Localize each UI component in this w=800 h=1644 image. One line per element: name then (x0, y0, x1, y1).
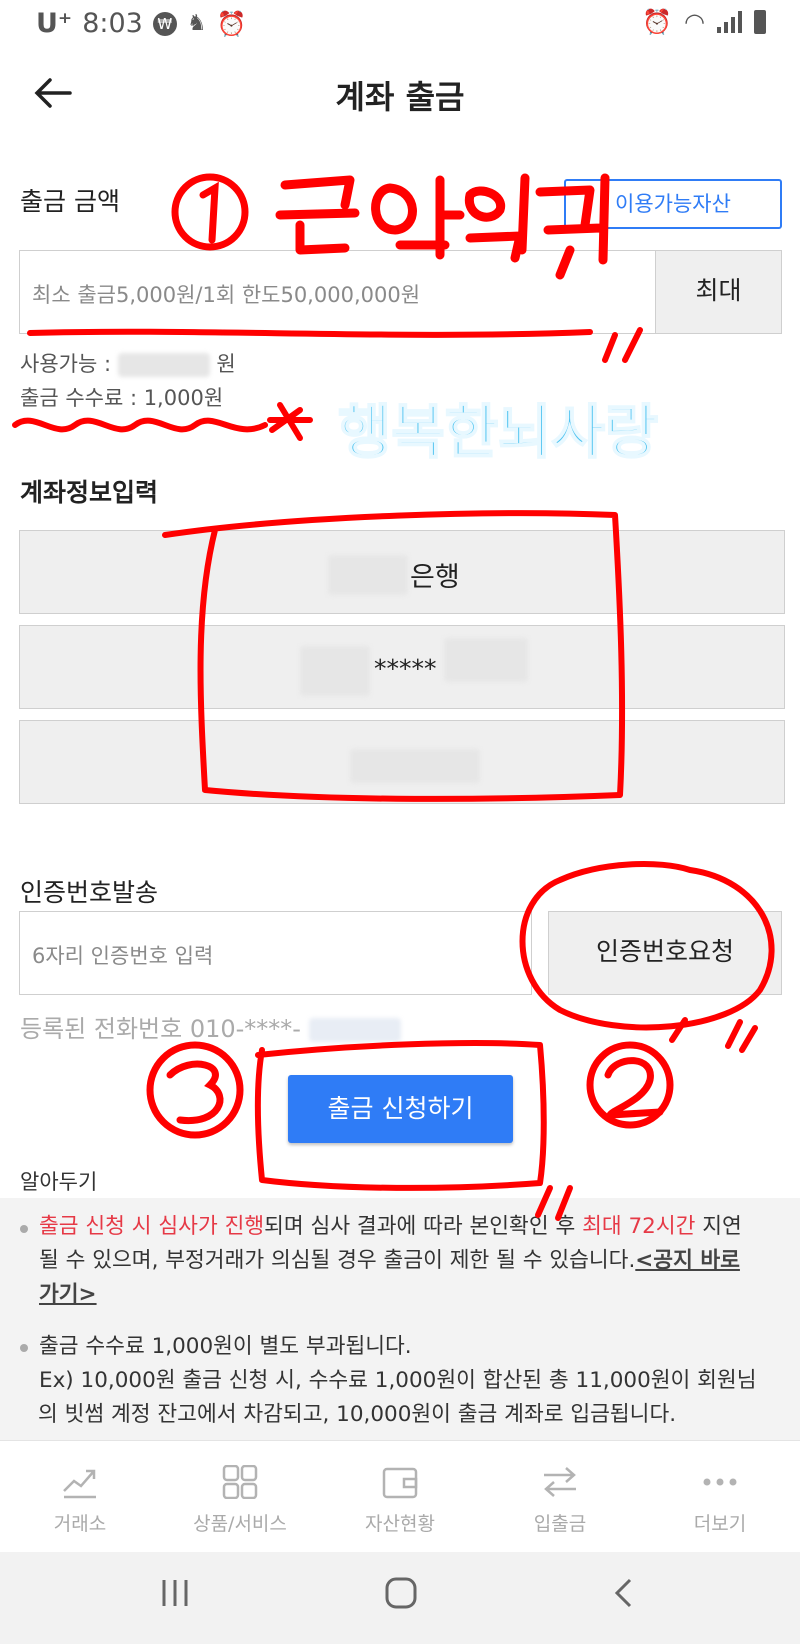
system-nav-bar (0, 1552, 800, 1644)
tab-label: 자산현황 (365, 1513, 435, 1535)
back-nav-icon[interactable] (612, 1576, 636, 1619)
tab-label: 상품/서비스 (193, 1513, 287, 1535)
home-icon[interactable] (384, 1576, 418, 1619)
tab-label: 더보기 (693, 1513, 747, 1535)
recent-apps-icon[interactable] (160, 1576, 190, 1619)
tab-label: 입출금 (533, 1513, 587, 1535)
more-dots-icon (702, 1465, 738, 1499)
tab-assets[interactable]: 자산현황 (320, 1441, 480, 1553)
chart-line-icon (62, 1465, 98, 1499)
tab-more[interactable]: 더보기 (640, 1441, 800, 1553)
watermark-text: 행복한뇌사랑 (338, 398, 658, 466)
tab-deposit-withdraw[interactable]: 입출금 (480, 1441, 640, 1553)
tab-exchange[interactable]: 거래소 (0, 1441, 160, 1553)
bottom-tab-bar: 거래소 상품/서비스 자산현황 입출금 더보기 (0, 1440, 800, 1553)
grid-icon (222, 1464, 258, 1500)
transfer-arrows-icon (542, 1465, 578, 1499)
annotation-overlay: 행복한뇌사랑 (12, 173, 775, 1221)
wallet-icon (382, 1465, 418, 1499)
tab-label: 거래소 (53, 1513, 107, 1535)
tab-products[interactable]: 상품/서비스 (160, 1441, 320, 1553)
